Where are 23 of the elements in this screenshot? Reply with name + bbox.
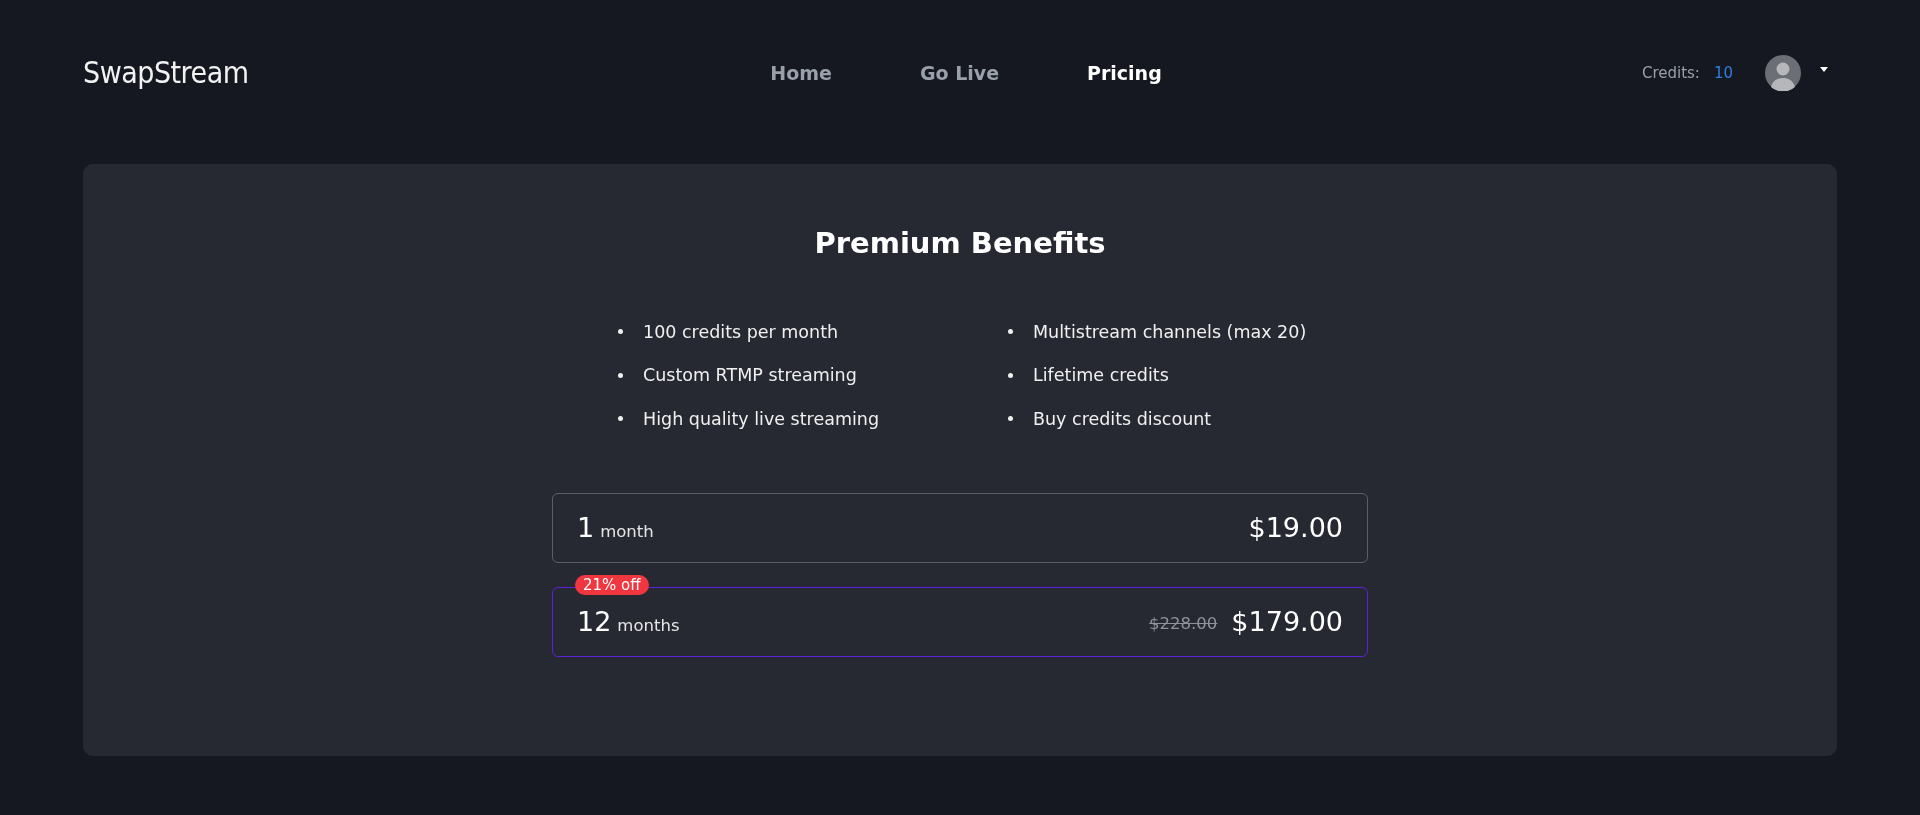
- discount-badge: 21% off: [575, 574, 649, 595]
- nav-link[interactable]: Pricing: [1043, 53, 1206, 92]
- plan-option[interactable]: 1 month $19.00: [552, 492, 1368, 563]
- benefit-text: Multistream channels (max 20): [1033, 321, 1307, 342]
- logo[interactable]: SwapStream: [83, 55, 563, 90]
- bullet-icon: [1008, 416, 1013, 422]
- benefit-text: Buy credits discount: [1033, 408, 1212, 429]
- benefit-text: Lifetime credits: [1033, 365, 1169, 386]
- benefit-text: Custom RTMP streaming: [643, 365, 857, 386]
- credits-value: 10: [1713, 63, 1733, 82]
- nav-link[interactable]: Go Live: [875, 53, 1044, 92]
- avatar-icon[interactable]: [1765, 54, 1801, 91]
- bullet-icon: [618, 329, 623, 335]
- benefit-text: High quality live streaming: [643, 408, 879, 429]
- benefit-text: 100 credits per month: [643, 321, 839, 342]
- bullet-icon: [618, 416, 623, 422]
- caret-icon[interactable]: [1819, 64, 1829, 73]
- bullet-icon: [1008, 372, 1013, 378]
- bullet-icon: [1008, 329, 1013, 335]
- nav-link[interactable]: Home: [726, 53, 876, 92]
- page-title: Premium Benefits: [814, 226, 1106, 260]
- credits-label: Credits:: [1641, 63, 1700, 82]
- bullet-icon: [618, 372, 623, 378]
